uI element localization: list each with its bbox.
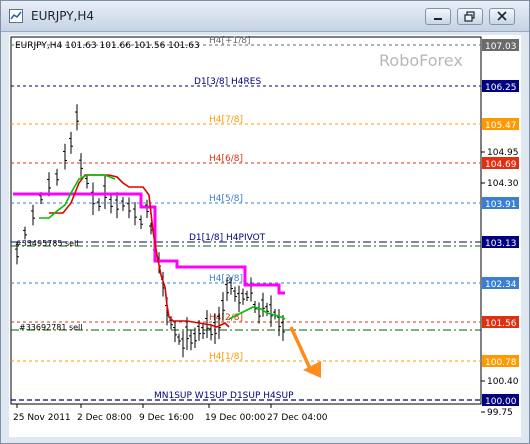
restore-icon xyxy=(464,11,475,22)
svg-text:105.47: 105.47 xyxy=(485,121,517,131)
chart-canvas[interactable]: H4[+1/8] 107.03 D1[3/8] H4RES 106.25 H4[7/8]… xyxy=(9,35,521,437)
price-tick-label: 99.75 xyxy=(487,408,513,418)
title-bar[interactable]: EURJPY,H4 xyxy=(1,1,529,32)
time-tick-label: 27 Dec 04:00 xyxy=(267,413,328,423)
time-tick-label: 25 Nov 2011 xyxy=(13,413,71,423)
level-price-tag: 107.03 xyxy=(482,39,519,52)
svg-text:102.34: 102.34 xyxy=(485,280,517,290)
level-price-tag: 101.56 xyxy=(482,316,519,329)
svg-text:103.91: 103.91 xyxy=(485,200,517,210)
svg-text:103.13: 103.13 xyxy=(485,239,517,249)
svg-text:101.56: 101.56 xyxy=(485,319,517,329)
order-label-1: #33495785 sell xyxy=(15,239,79,248)
level-price-tag: 102.34 xyxy=(482,277,519,290)
svg-text:106.25: 106.25 xyxy=(485,83,517,93)
time-tick-label: 19 Dec 00:00 xyxy=(205,413,266,423)
level-label: H4[3/8] xyxy=(209,274,243,284)
chart-info: EURJPY,H4 101.63 101.66 101.56 101.63 xyxy=(15,41,200,51)
time-tick-label: 2 Dec 08:00 xyxy=(77,413,132,423)
close-icon xyxy=(497,11,507,21)
level-price-tag: 103.13 xyxy=(482,236,519,249)
price-chart[interactable]: H4[+1/8] 107.03 D1[3/8] H4RES 106.25 H4[7/8]… xyxy=(9,35,521,437)
plot-frame xyxy=(10,36,482,405)
level-price-tag: 100.78 xyxy=(482,355,519,368)
level-price-tag: 106.25 xyxy=(482,80,519,93)
window-title: EURJPY,H4 xyxy=(31,9,95,23)
svg-text:100.00: 100.00 xyxy=(485,397,517,407)
order-label-2: #33692781 sell xyxy=(19,323,83,332)
level-price-tag: 100.00 xyxy=(482,394,519,407)
restore-button[interactable] xyxy=(457,8,483,25)
svg-text:100.78: 100.78 xyxy=(485,358,517,368)
minimize-button[interactable] xyxy=(425,8,451,25)
price-tick-label: 104.30 xyxy=(487,179,519,189)
level-label: D1[3/8] H4RES xyxy=(194,77,261,87)
level-price-tag: 104.69 xyxy=(482,157,519,170)
price-tick-label: 100.40 xyxy=(487,377,519,387)
level-price-tag: 105.47 xyxy=(482,118,519,131)
time-tick-label: 9 Dec 16:00 xyxy=(139,413,194,423)
svg-text:104.69: 104.69 xyxy=(485,160,517,170)
chart-window: EURJPY,H4 H4[+1/8] 107.03 D1[3/8] H4RES 106… xyxy=(0,0,530,444)
level-price-tag: 103.91 xyxy=(482,197,519,210)
level-label: H4[5/8] xyxy=(209,194,243,204)
level-label: D1[1/8] H4PIVOT xyxy=(189,233,266,243)
watermark: RoboForex xyxy=(379,51,463,70)
svg-text:107.03: 107.03 xyxy=(485,42,517,52)
level-label: H4[6/8] xyxy=(209,154,243,164)
price-tick-label: 104.95 xyxy=(487,148,519,158)
level-label: H4[+1/8] xyxy=(209,36,251,46)
level-label: H4[1/8] xyxy=(209,352,243,362)
close-button[interactable] xyxy=(489,8,515,25)
minimize-icon xyxy=(434,18,442,20)
level-label: MN1SUP W1SUP D1SUP H4SUP xyxy=(154,391,294,401)
level-label: H4[7/8] xyxy=(209,115,243,125)
chart-icon xyxy=(9,9,23,23)
